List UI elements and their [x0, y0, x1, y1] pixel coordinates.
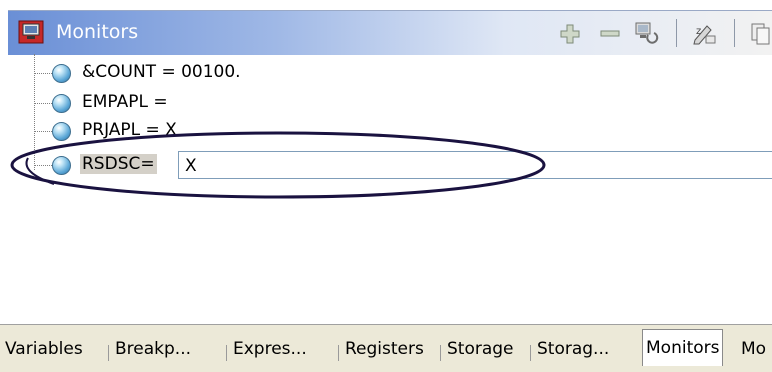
monitor-label: &COUNT = 00100.	[82, 62, 241, 82]
tab-separator	[440, 345, 441, 361]
monitor-item[interactable]: &COUNT = 00100.	[8, 58, 772, 88]
tab-variables[interactable]: Variables	[2, 333, 86, 365]
tab-storage-2[interactable]: Storag...	[534, 333, 612, 365]
monitor-item[interactable]: EMPAPL =	[8, 88, 772, 118]
monitor-ball-icon	[52, 156, 71, 175]
monitor-label-selected: RSDSC=	[80, 154, 157, 174]
monitors-view: Monitors z &COUNT = 00100. EMPAPL = PRJA…	[0, 0, 772, 372]
tab-separator	[108, 345, 109, 361]
tab-expressions[interactable]: Expres...	[230, 333, 310, 365]
svg-text:z: z	[696, 26, 701, 37]
view-title: Monitors	[56, 21, 139, 43]
copy-icon[interactable]	[748, 20, 772, 46]
tab-monitors[interactable]: Monitors	[642, 329, 724, 366]
monitor-value-input[interactable]	[178, 151, 772, 179]
monitor-view-icon	[18, 20, 44, 44]
monitor-label: EMPAPL =	[82, 92, 168, 112]
monitor-label: PRJAPL = X	[82, 120, 177, 140]
view-title-bar: Monitors z	[8, 10, 772, 55]
view-tab-bar: Variables Breakp... Expres... Registers …	[0, 324, 772, 372]
monitor-tree: &COUNT = 00100. EMPAPL = PRJAPL = X RSDS…	[8, 54, 772, 324]
tab-separator	[530, 345, 531, 361]
tab-separator	[338, 345, 339, 361]
edit-icon[interactable]: z	[690, 20, 718, 46]
monitor-ball-icon	[52, 94, 71, 113]
tab-more[interactable]: Mo	[738, 333, 769, 365]
monitor-item[interactable]: PRJAPL = X	[8, 116, 772, 146]
toolbar-separator	[734, 19, 735, 47]
monitor-item-editing[interactable]: RSDSC=	[8, 150, 772, 180]
plus-icon[interactable]	[556, 20, 584, 46]
monitor-ball-icon	[52, 122, 71, 141]
tab-breakpoints[interactable]: Breakp...	[112, 333, 194, 365]
tab-separator	[226, 345, 227, 361]
toolbar-separator	[676, 19, 677, 47]
tab-storage[interactable]: Storage	[444, 333, 517, 365]
minus-icon[interactable]	[596, 20, 624, 46]
tab-registers[interactable]: Registers	[342, 333, 427, 365]
monitor-ball-icon	[52, 64, 71, 83]
monitor-icon[interactable]	[632, 20, 660, 46]
